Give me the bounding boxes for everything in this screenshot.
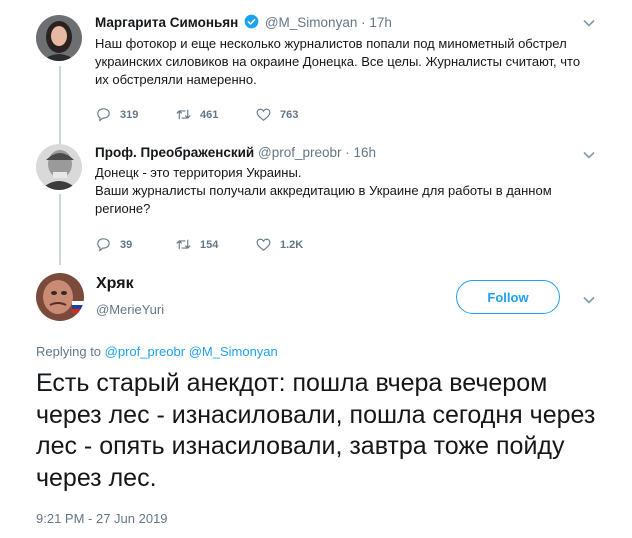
author-name[interactable]: Хряк <box>96 275 134 293</box>
retweet-icon <box>176 109 191 120</box>
tweet-text: Наш фотокор и еще несколько журналистов … <box>95 36 581 87</box>
thread-line <box>59 66 61 140</box>
separator-dot: · <box>345 145 350 160</box>
retweet-button[interactable]: 154 <box>175 236 255 253</box>
avatar[interactable] <box>36 15 82 61</box>
thread-tweet-1[interactable]: Маргарита Симоньян @M_Simonyan · 17h Наш… <box>0 0 632 140</box>
tweet-time[interactable]: 16h <box>354 145 377 160</box>
tweet-time[interactable]: 17h <box>369 15 392 30</box>
avatar[interactable] <box>36 144 82 190</box>
retweet-count: 154 <box>200 238 219 251</box>
separator-dot: · <box>361 15 366 30</box>
like-button[interactable]: 763 <box>255 106 335 123</box>
reply-count: 39 <box>120 238 133 251</box>
author-handle[interactable]: @M_Simonyan <box>265 15 358 30</box>
reply-button[interactable]: 39 <box>95 236 175 253</box>
mention-link[interactable]: @M_Simonyan <box>189 344 278 359</box>
thread-tweet-2[interactable]: Проф. Преображенский @prof_preobr · 16h … <box>0 140 632 265</box>
chevron-down-icon[interactable] <box>582 293 596 307</box>
author-handle[interactable]: @MerieYuri <box>96 302 164 317</box>
tweet-header: Проф. Преображенский @prof_preobr · 16h <box>95 145 376 160</box>
tweet-text: Есть старый анекдот: пошла вчера вечером… <box>36 369 596 492</box>
reply-icon <box>97 108 110 122</box>
author-name[interactable]: Проф. Преображенский <box>95 145 254 160</box>
tweet-actions: 39 154 1.2K <box>95 236 335 253</box>
thread-line <box>59 194 61 265</box>
like-count: 763 <box>280 108 299 121</box>
chevron-down-icon[interactable] <box>582 16 596 30</box>
author-name[interactable]: Маргарита Симоньян <box>95 15 238 30</box>
replying-prefix: Replying to <box>36 344 102 359</box>
like-button[interactable]: 1.2K <box>255 236 335 253</box>
like-count: 1.2K <box>280 238 304 251</box>
verified-icon <box>244 14 259 29</box>
replying-to: Replying to @prof_preobr @M_Simonyan <box>36 344 278 359</box>
retweet-count: 461 <box>200 108 219 121</box>
reply-button[interactable]: 319 <box>95 106 175 123</box>
tweet-header: Маргарита Симоньян @M_Simonyan · 17h <box>95 14 392 30</box>
like-icon <box>256 108 271 121</box>
chevron-down-icon[interactable] <box>582 148 596 162</box>
retweet-button[interactable]: 461 <box>175 106 255 123</box>
tweet-text: Донецк - это территория Украины. Ваши жу… <box>95 165 552 216</box>
follow-button[interactable]: Follow <box>456 280 560 314</box>
reply-count: 319 <box>120 108 139 121</box>
retweet-icon <box>176 239 191 250</box>
mention-link[interactable]: @prof_preobr <box>105 344 185 359</box>
reply-icon <box>97 238 110 252</box>
tweet-actions: 319 461 763 <box>95 106 335 123</box>
like-icon <box>256 238 271 251</box>
author-handle[interactable]: @prof_preobr <box>258 145 342 160</box>
tweet-timestamp[interactable]: 9:21 PM - 27 Jun 2019 <box>36 511 168 526</box>
avatar[interactable] <box>36 273 84 321</box>
